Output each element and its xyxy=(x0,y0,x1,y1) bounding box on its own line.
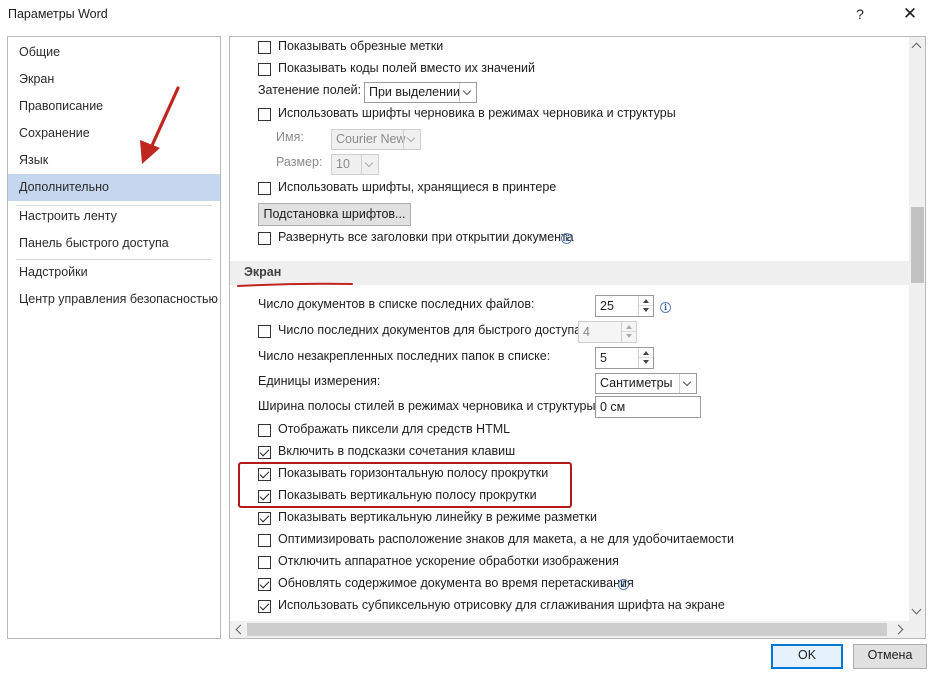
spin-down-icon[interactable] xyxy=(639,306,653,316)
chevron-down-icon xyxy=(459,83,476,102)
vertical-scroll-thumb[interactable] xyxy=(911,207,924,283)
nav-item-proofing[interactable]: Правописание xyxy=(8,93,220,120)
font-size-dropdown[interactable]: 10 xyxy=(331,154,379,175)
nav-item-display[interactable]: Экран xyxy=(8,66,220,93)
scroll-corner xyxy=(909,621,925,638)
draft-font-label: Использовать шрифты черновика в режимах … xyxy=(278,106,676,120)
section-title-display: Экран xyxy=(244,265,282,279)
quick-access-docs-spinner[interactable]: 4 xyxy=(578,321,637,343)
spin-down-icon[interactable] xyxy=(622,332,636,342)
html-pixels-label: Отображать пиксели для средств HTML xyxy=(278,422,511,436)
nav-item-save[interactable]: Сохранение xyxy=(8,120,220,147)
info-icon[interactable]: i xyxy=(660,302,671,313)
show-crop-marks-checkbox[interactable] xyxy=(258,41,271,54)
show-field-codes-checkbox[interactable] xyxy=(258,63,271,76)
recent-folders-value: 5 xyxy=(600,351,607,365)
vertical-ruler-label: Показывать вертикальную линейку в режиме… xyxy=(278,510,597,524)
options-panel: Показывать обрезные метки Показывать код… xyxy=(229,36,926,639)
ok-button[interactable]: OK xyxy=(771,644,843,669)
scroll-left-icon[interactable] xyxy=(232,621,246,638)
expand-headings-label: Развернуть все заголовки при открытии до… xyxy=(278,230,574,244)
scroll-up-icon[interactable] xyxy=(909,39,925,53)
show-crop-marks-label: Показывать обрезные метки xyxy=(278,39,444,53)
style-pane-width-input[interactable]: 0 см xyxy=(595,396,701,418)
vertical-ruler-checkbox[interactable] xyxy=(258,512,271,525)
spin-up-icon[interactable] xyxy=(639,348,653,358)
options-nav: Общие Экран Правописание Сохранение Язык… xyxy=(7,36,221,639)
optimize-layout-checkbox[interactable] xyxy=(258,534,271,547)
cancel-button[interactable]: Отмена xyxy=(853,644,927,669)
html-pixels-checkbox[interactable] xyxy=(258,424,271,437)
units-label: Единицы измерения: xyxy=(258,374,381,388)
nav-item-addins[interactable]: Надстройки xyxy=(8,259,220,286)
horizontal-scroll-thumb[interactable] xyxy=(247,623,887,636)
annotation-arrow-icon xyxy=(140,86,180,164)
show-field-codes-label: Показывать коды полей вместо их значений xyxy=(278,61,535,75)
close-button[interactable]: ✕ xyxy=(896,2,924,26)
update-while-dragging-label: Обновлять содержимое документа во время … xyxy=(278,576,634,590)
style-pane-width-label: Ширина полосы стилей в режимах черновика… xyxy=(258,399,599,413)
annotation-underline xyxy=(237,282,353,287)
subpixel-rendering-checkbox[interactable] xyxy=(258,600,271,613)
scroll-right-icon[interactable] xyxy=(893,621,907,638)
title-bar xyxy=(0,0,934,30)
field-shading-dropdown[interactable]: При выделении xyxy=(364,82,477,103)
field-shading-value: При выделении xyxy=(369,85,460,99)
optimize-layout-label: Оптимизировать расположение знаков для м… xyxy=(278,532,734,546)
units-value: Сантиметры xyxy=(600,376,673,390)
chevron-down-icon xyxy=(361,155,378,174)
spin-up-icon[interactable] xyxy=(639,296,653,306)
update-while-dragging-checkbox[interactable] xyxy=(258,578,271,591)
subpixel-rendering-label: Использовать субпиксельную отрисовку для… xyxy=(278,598,725,612)
disable-hw-acceleration-label: Отключить аппаратное ускорение обработки… xyxy=(278,554,619,568)
font-size-value: 10 xyxy=(336,157,350,171)
recent-folders-label: Число незакрепленных последних папок в с… xyxy=(258,349,551,363)
font-name-value: Courier New xyxy=(336,132,406,146)
quick-access-docs-label: Число последних документов для быстрого … xyxy=(278,323,585,337)
font-name-label: Имя: xyxy=(276,130,304,144)
nav-item-quick-access-toolbar[interactable]: Панель быстрого доступа xyxy=(8,230,220,257)
spin-up-icon[interactable] xyxy=(622,322,636,332)
quick-access-docs-checkbox[interactable] xyxy=(258,325,271,338)
nav-item-customize-ribbon[interactable]: Настроить ленту xyxy=(8,203,220,230)
help-button[interactable]: ? xyxy=(850,2,870,26)
font-size-label: Размер: xyxy=(276,155,323,169)
shortcut-keys-tooltips-label: Включить в подсказки сочетания клавиш xyxy=(278,444,516,458)
nav-item-general[interactable]: Общие xyxy=(8,39,220,66)
chevron-down-icon xyxy=(403,130,420,149)
vertical-scrollbar[interactable] xyxy=(909,37,925,621)
disable-hw-acceleration-checkbox[interactable] xyxy=(258,556,271,569)
units-dropdown[interactable]: Сантиметры xyxy=(595,373,697,394)
quick-access-docs-value: 4 xyxy=(583,325,590,339)
draft-font-checkbox[interactable] xyxy=(258,108,271,121)
printer-fonts-label: Использовать шрифты, хранящиеся в принте… xyxy=(278,180,557,194)
recent-docs-label: Число документов в списке последних файл… xyxy=(258,297,535,311)
recent-folders-spinner[interactable]: 5 xyxy=(595,347,654,369)
window-title: Параметры Word xyxy=(8,7,108,21)
field-shading-label: Затенение полей: xyxy=(258,83,362,97)
nav-item-advanced[interactable]: Дополнительно xyxy=(8,174,220,201)
expand-headings-checkbox[interactable] xyxy=(258,232,271,245)
font-substitution-button[interactable]: Подстановка шрифтов... xyxy=(258,203,411,226)
info-icon[interactable]: i xyxy=(618,579,629,590)
info-icon[interactable]: i xyxy=(561,233,572,244)
nav-item-language[interactable]: Язык xyxy=(8,147,220,174)
font-name-dropdown[interactable]: Courier New xyxy=(331,129,421,150)
annotation-highlight-box xyxy=(238,462,572,508)
nav-item-trust-center[interactable]: Центр управления безопасностью xyxy=(8,286,220,313)
shortcut-keys-tooltips-checkbox[interactable] xyxy=(258,446,271,459)
chevron-down-icon xyxy=(679,374,696,393)
recent-docs-value: 25 xyxy=(600,299,614,313)
scroll-down-icon[interactable] xyxy=(909,605,925,619)
recent-docs-spinner[interactable]: 25 xyxy=(595,295,654,317)
spin-down-icon[interactable] xyxy=(639,358,653,368)
printer-fonts-checkbox[interactable] xyxy=(258,182,271,195)
